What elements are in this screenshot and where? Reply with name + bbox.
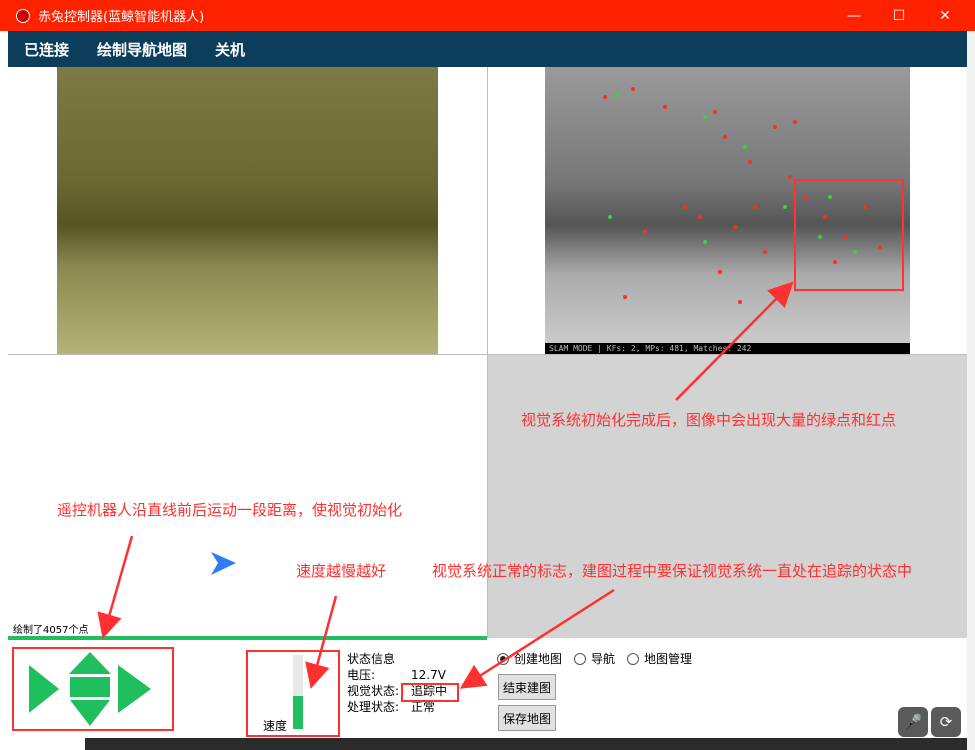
refresh-icon[interactable]: ⟳ [931, 707, 961, 737]
mode-label: 创建地图 [514, 652, 563, 666]
mode-label: 导航 [591, 652, 616, 666]
background-window-edge [967, 31, 975, 750]
annotation-init-points: 视觉系统初始化完成后，图像中会出现大量的绿点和红点 [521, 411, 897, 429]
microphone-icon[interactable]: 🎤 [898, 707, 928, 737]
radio-icon[interactable] [497, 652, 509, 665]
voltage-value: 12.7V [411, 668, 446, 682]
navigation-map-canvas[interactable] [8, 355, 487, 638]
robot-position-arrow-icon [211, 552, 236, 575]
menu-bar: 已连接 绘制导航地图 关机 [8, 31, 967, 67]
menu-draw-nav-map[interactable]: 绘制导航地图 [97, 39, 187, 60]
minimize-icon[interactable]: — [831, 0, 877, 31]
highlight-speed-slider [246, 650, 340, 737]
slam-status-bar: SLAM MODE | KFs: 2, MPs: 481, Matches: 2… [545, 343, 910, 354]
close-icon[interactable]: ✕ [922, 0, 968, 31]
radio-icon[interactable] [574, 652, 587, 665]
voltage-key: 电压: [347, 668, 376, 682]
camera-feed-panel [8, 67, 487, 354]
mode-map-management[interactable]: 地图管理 [627, 650, 692, 667]
title-bar: 赤兔控制器(蓝鲸智能机器人) — ☐ ✕ [0, 0, 975, 31]
end-mapping-button[interactable]: 结束建图 [498, 674, 556, 700]
annotation-tracking-note: 视觉系统正常的标志，建图过程中要保证视觉系统一直处在追踪的状态中 [432, 562, 913, 580]
highlight-vision-state [401, 683, 459, 702]
feature-highlight-box [794, 179, 904, 291]
window-title: 赤兔控制器(蓝鲸智能机器人) [38, 10, 205, 25]
annotation-drive-robot: 遥控机器人沿直线前后运动一段距离，使视觉初始化 [57, 501, 403, 519]
maximize-icon[interactable]: ☐ [876, 0, 922, 31]
slam-feature-image: SLAM MODE | KFs: 2, MPs: 481, Matches: 2… [545, 67, 910, 354]
mode-label: 地图管理 [644, 652, 693, 666]
slam-feature-panel: SLAM MODE | KFs: 2, MPs: 481, Matches: 2… [488, 67, 967, 354]
mode-navigation[interactable]: 导航 [574, 650, 615, 667]
menu-shutdown[interactable]: 关机 [215, 39, 245, 60]
annotation-speed-slow: 速度越慢越好 [296, 562, 387, 580]
save-map-button[interactable]: 保存地图 [498, 705, 556, 731]
map-management-area [488, 355, 967, 638]
mode-radio-group: 创建地图 导航 地图管理 [497, 650, 704, 667]
menu-connected[interactable]: 已连接 [24, 39, 69, 60]
points-count-label: 绘制了4057个点 [13, 625, 89, 636]
background-window-strip [85, 738, 967, 750]
mode-create-map[interactable]: 创建地图 [497, 650, 562, 667]
camera-feed-image [57, 67, 438, 354]
status-heading: 状态信息 [347, 652, 396, 666]
app-logo-icon [16, 8, 30, 23]
radio-icon[interactable] [627, 652, 640, 665]
highlight-direction-pad [12, 647, 174, 731]
